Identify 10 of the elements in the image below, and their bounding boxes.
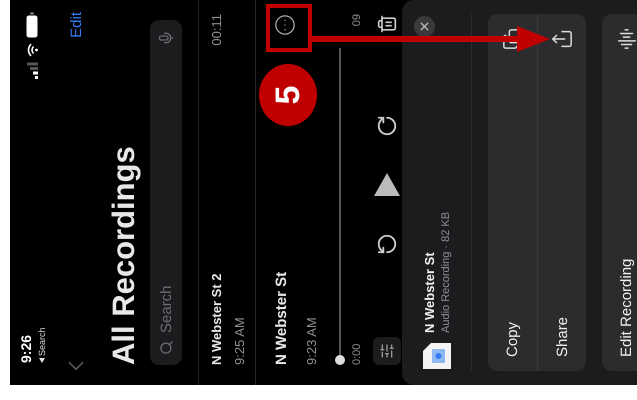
file-details: Audio Recording · 82 KB <box>440 210 452 333</box>
recording-time: 9:23 AM <box>304 316 319 365</box>
recording-duration: 00:11 <box>209 14 224 46</box>
remaining-time: 09 <box>351 14 363 26</box>
status-time: 9:26 <box>18 334 34 363</box>
page-title: All Recordings <box>106 145 142 365</box>
elapsed-time: 0:00 <box>351 344 363 365</box>
file-name: N Webster St <box>422 251 436 333</box>
step-badge: 5 <box>259 64 317 126</box>
recording-time: 9:25 AM <box>232 316 247 365</box>
